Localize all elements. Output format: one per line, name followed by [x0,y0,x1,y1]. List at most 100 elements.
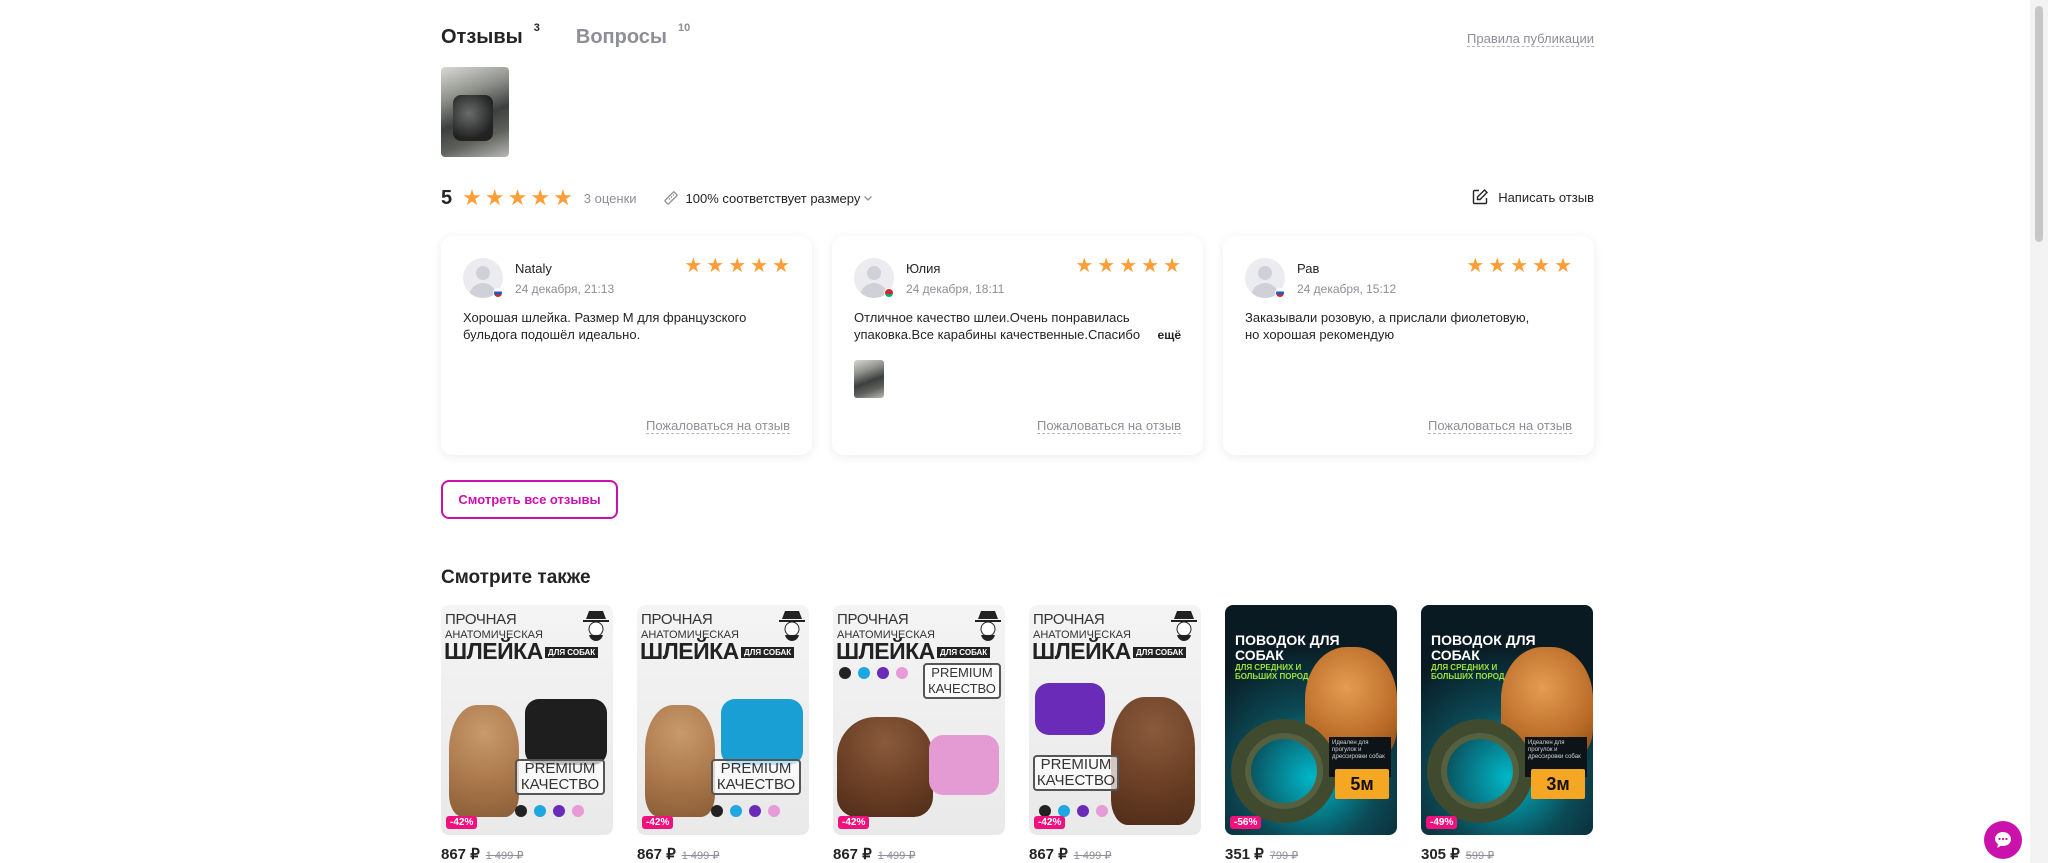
report-review-link[interactable]: Пожаловаться на отзыв [1427,419,1572,434]
star-icon: ★ [1163,255,1181,277]
star-icon: ★ [1141,255,1160,277]
discount-badge: -49% [1426,816,1458,829]
star-icon: ★ [728,255,747,277]
discount-badge: -42% [642,816,674,829]
product-card[interactable]: ПОВОДОК ДЛЯ СОБАК ДЛЯ СРЕДНИХ И БОЛЬШИХ … [1225,605,1397,863]
tab-questions-label: Вопросы [575,26,667,48]
star-icon: ★ [750,255,769,277]
product-image-text: ДЛЯ СОБАК [1133,647,1187,658]
premium-text: PREMIUM [720,760,792,777]
product-image-text: ПРОЧНАЯ [1033,611,1105,628]
reviews-tabs: Отзывы 3 Вопросы 10 [441,22,726,50]
product-card[interactable]: ПРОЧНАЯ АНАТОМИЧЕСКАЯ ШЛЕЙКА ДЛЯ СОБАК P… [441,605,613,863]
product-image[interactable]: ПОВОДОК ДЛЯ СОБАК ДЛЯ СРЕДНИХ И БОЛЬШИХ … [1421,605,1593,835]
discount-badge: -42% [1034,816,1066,829]
rating-count: 3 оценки [583,190,637,206]
star-icon: ★ [1488,255,1507,277]
price-row: 351 ₽ 799 ₽ [1225,845,1397,863]
see-all-reviews-button[interactable]: Смотреть все отзывы [441,480,618,519]
detective-logo-icon [1171,611,1197,641]
product-card[interactable]: ПРОЧНАЯ АНАТОМИЧЕСКАЯ ШЛЕЙКА ДЛЯ СОБАК P… [637,605,809,863]
product-image-text: ПРОЧНАЯ [445,611,517,628]
product-image[interactable]: ПРОЧНАЯ АНАТОМИЧЕСКАЯ ШЛЕЙКА ДЛЯ СОБАК P… [1029,605,1201,835]
star-icon: ★ [530,185,551,210]
product-card[interactable]: ПРОЧНАЯ АНАТОМИЧЕСКАЯ ШЛЕЙКА ДЛЯ СОБАК P… [1029,605,1201,863]
product-image-text: ДЛЯ СОБАК [545,647,599,658]
product-old-price: 1 499 ₽ [681,850,720,862]
star-icon: ★ [706,255,725,277]
flag-icon [493,288,503,298]
star-icon: ★ [553,185,573,210]
review-card: Nataly 24 декабря, 21:13 ★ ★ ★ ★ ★ Хорошая ш… [441,236,812,455]
product-image-text: ШЛЕЙКА [1032,638,1131,664]
size-fit-dropdown[interactable]: 100% соответствует размеру [663,190,874,206]
product-image[interactable]: ПРОЧНАЯ АНАТОМИЧЕСКАЯ ШЛЕЙКА ДЛЯ СОБАК P… [833,605,1005,835]
discount-badge: -42% [838,816,870,829]
leash-coil-figure [1427,719,1533,823]
product-old-price: 799 ₽ [1269,850,1299,862]
page-scrollbar[interactable] [2030,0,2048,863]
product-card[interactable]: ПРОЧНАЯ АНАТОМИЧЕСКАЯ ШЛЕЙКА ДЛЯ СОБАК P… [833,605,1005,863]
review-author: Рав [1297,261,1320,276]
premium-text: КАЧЕСТВО [928,681,996,696]
product-price: 867 ₽ [637,846,676,863]
tab-reviews-count: 3 [533,22,540,34]
read-more-link[interactable]: ещё [1147,328,1181,342]
scrollbar-thumb[interactable] [2035,6,2043,242]
review-date: 24 декабря, 21:13 [515,282,615,296]
see-also-title: Смотрите также [441,567,591,588]
product-image-text: ШЛЕЙКА [640,638,739,664]
product-image[interactable]: ПРОЧНАЯ АНАТОМИЧЕСКАЯ ШЛЕЙКА ДЛЯ СОБАК P… [637,605,809,835]
review-text: Заказывали розовую, а прислали фиолетову… [1245,310,1530,342]
product-image-text: ДЛЯ СРЕДНИХ И БОЛЬШИХ ПОРОД [1431,663,1505,681]
star-icon: ★ [684,255,703,277]
price-row: 867 ₽ 1 499 ₽ [637,845,809,863]
publication-rules-link[interactable]: Правила публикации [1467,32,1594,47]
harness-figure [721,699,803,765]
star-icon: ★ [772,255,790,277]
star-icon: ★ [1097,255,1116,277]
discount-badge: -56% [1230,816,1262,829]
product-card[interactable]: ПОВОДОК ДЛЯ СОБАК ДЛЯ СРЕДНИХ И БОЛЬШИХ … [1421,605,1593,863]
star-icon: ★ [1119,255,1138,277]
review-author: Юлия [906,261,941,276]
product-image[interactable]: ПРОЧНАЯ АНАТОМИЧЕСКАЯ ШЛЕЙКА ДЛЯ СОБАК P… [441,605,613,835]
chat-icon [1995,832,2011,848]
product-old-price: 1 499 ₽ [1073,850,1112,862]
star-icon: ★ [462,185,482,210]
review-photo-thumbnail[interactable] [441,67,509,157]
color-swatches [711,805,780,817]
product-image-text: ПРОЧНАЯ [641,611,713,628]
chat-button[interactable] [1984,821,2022,859]
product-image-text: ДЛЯ СОБАК [937,647,991,658]
review-author: Nataly [515,261,552,276]
product-image[interactable]: ПОВОДОК ДЛЯ СОБАК ДЛЯ СРЕДНИХ И БОЛЬШИХ … [1225,605,1397,835]
price-row: 867 ₽ 1 499 ₽ [1029,845,1201,863]
price-row: 305 ₽ 599 ₽ [1421,845,1593,863]
tab-questions[interactable]: Вопросы 10 [575,22,690,50]
report-review-link[interactable]: Пожаловаться на отзыв [645,419,790,434]
dog-figure [837,717,933,817]
premium-text: КАЧЕСТВО [1036,772,1116,789]
product-image-text: ДЛЯ СРЕДНИХ И БОЛЬШИХ ПОРОД [1235,663,1309,681]
star-icon: ★ [1075,255,1094,277]
star-icon: ★ [1554,255,1572,277]
size-fit-label: 100% соответствует размеру [685,190,861,206]
detective-logo-icon [779,611,805,641]
review-stars: ★ ★ ★ ★ ★ [1075,256,1181,276]
product-old-price: 1 499 ₽ [485,850,524,862]
premium-text: PREMIUM [1040,756,1112,773]
discount-badge: -42% [446,816,478,829]
dog-figure [645,705,715,817]
star-icon: ★ [1532,255,1551,277]
product-price: 867 ₽ [833,846,872,863]
write-review-button[interactable]: Написать отзыв [1471,188,1594,206]
color-swatches [839,667,908,679]
report-review-link[interactable]: Пожаловаться на отзыв [1036,419,1181,434]
tab-reviews[interactable]: Отзывы 3 [441,22,540,50]
ruler-icon [663,191,678,205]
review-photo[interactable] [854,360,884,398]
review-text: Хорошая шлейка. Размер М для французског… [463,310,747,342]
review-date: 24 декабря, 15:12 [1297,282,1397,296]
premium-text: PREMIUM [524,760,596,777]
